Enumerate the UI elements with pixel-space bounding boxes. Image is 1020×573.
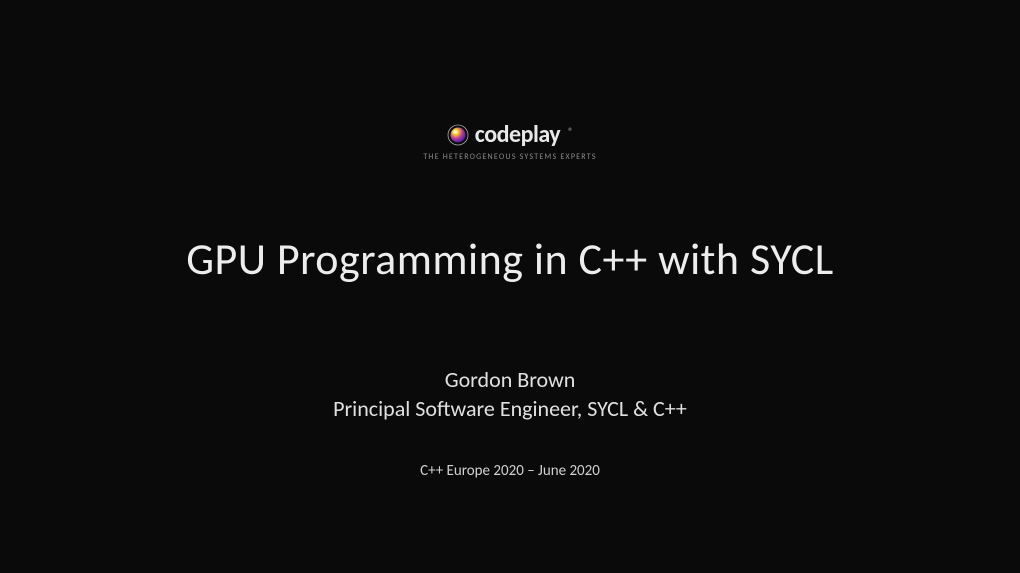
author-block: Gordon Brown Principal Software Engineer…: [333, 366, 687, 422]
author-name: Gordon Brown: [333, 366, 687, 393]
logo-row: codeplay ®: [447, 120, 573, 149]
author-role: Principal Software Engineer, SYCL & C++: [333, 395, 687, 422]
event-info: C++ Europe 2020 – June 2020: [420, 462, 600, 480]
logo-text: codeplay: [475, 120, 560, 149]
logo-block: codeplay ® THE HETEROGENEOUS SYSTEMS EXP…: [423, 120, 596, 162]
codeplay-sphere-icon: [447, 124, 469, 146]
registered-mark: ®: [568, 125, 573, 138]
logo-tagline: THE HETEROGENEOUS SYSTEMS EXPERTS: [423, 152, 596, 162]
slide-title: GPU Programming in C++ with SYCL: [186, 232, 833, 286]
